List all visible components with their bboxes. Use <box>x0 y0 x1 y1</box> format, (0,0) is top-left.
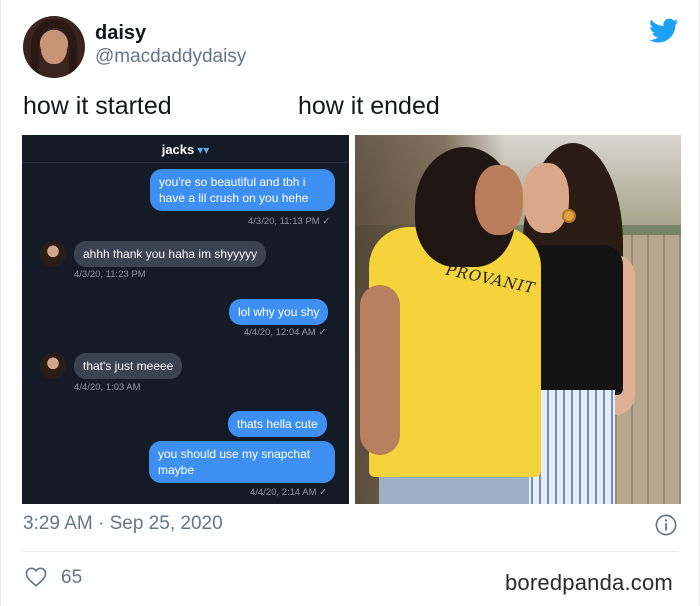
divider <box>23 551 679 552</box>
message-timestamp: 4/4/20, 2:14 AM ✓ <box>250 487 328 498</box>
caption-how-it-ended: how it ended <box>298 92 440 120</box>
like-count[interactable]: 65 <box>61 567 82 589</box>
boredpanda-watermark: boredpanda.com <box>505 570 673 595</box>
message-bubble-sent: thats hella cute <box>228 411 327 437</box>
chat-header: jacks ▾▾ <box>22 135 349 163</box>
message-bubble-received: ahhh thank you haha im shyyyyy <box>74 241 267 267</box>
contact-avatar <box>40 353 66 379</box>
message-timestamp: 4/3/20, 11:23 PM <box>74 269 146 280</box>
couple-photo[interactable]: PROVANIT <box>355 135 681 504</box>
message-bubble-sent: you should use my snapchat maybe <box>149 441 335 483</box>
message-bubble-sent: lol why you shy <box>229 299 329 325</box>
info-icon[interactable] <box>655 514 677 536</box>
message-timestamp: 4/4/20, 12:04 AM ✓ <box>244 327 327 338</box>
avatar[interactable] <box>23 16 85 78</box>
tweet-card: daisy @macdaddydaisy how it started how … <box>0 0 700 606</box>
butterfly-icon: ▾▾ <box>197 143 210 157</box>
twitter-bird-icon[interactable] <box>649 18 679 44</box>
chat-screenshot[interactable]: jacks ▾▾ you're so beautiful and tbh i ha… <box>22 135 349 504</box>
user-handle[interactable]: @macdaddydaisy <box>95 46 246 68</box>
caption-how-it-started: how it started <box>23 92 172 120</box>
message-bubble-received: that's just meeee <box>74 353 183 379</box>
message-timestamp: 4/4/20, 1:03 AM <box>74 382 141 393</box>
tweet-timestamp[interactable]: 3:29 AM · Sep 25, 2020 <box>23 513 223 535</box>
chat-title: jacks <box>161 142 195 157</box>
message-bubble-sent: you're so beautiful and tbh i have a lil… <box>150 169 335 211</box>
heart-icon[interactable] <box>25 567 47 587</box>
message-timestamp: 4/3/20, 11:13 PM ✓ <box>248 216 331 227</box>
display-name[interactable]: daisy <box>95 22 146 45</box>
contact-avatar <box>40 241 66 267</box>
